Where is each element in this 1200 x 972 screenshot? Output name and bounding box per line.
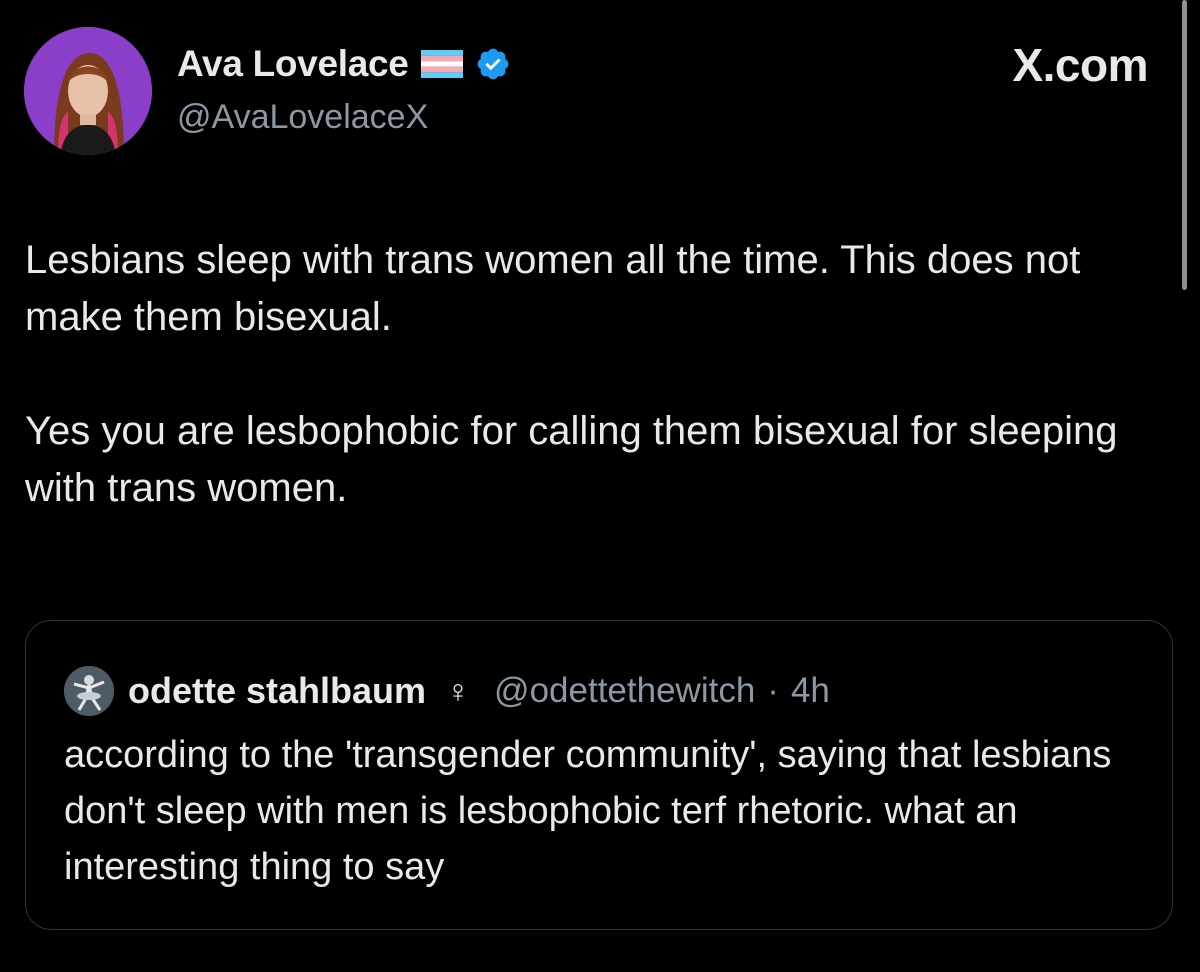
quoted-tweet-card[interactable]: odette stahlbaum ♀ @odettethewitch · 4h …: [25, 620, 1173, 930]
quoted-author-avatar[interactable]: [64, 666, 114, 716]
trans-pride-flag-icon: [420, 50, 463, 78]
quoted-tweet-text: according to the 'transgender community'…: [64, 734, 1112, 888]
tweet-paragraph: Lesbians sleep with trans women all the …: [25, 238, 1081, 339]
quoted-author-name-symbol: ♀: [446, 672, 471, 709]
author-display-name[interactable]: Ava Lovelace: [177, 43, 409, 85]
author-avatar[interactable]: [24, 27, 152, 155]
quoted-separator-dot: ·: [767, 671, 779, 710]
brand-watermark: X.com: [1012, 39, 1148, 91]
verified-badge-icon: [475, 46, 511, 82]
author-handle[interactable]: @AvaLovelaceX: [177, 98, 428, 137]
tweet-paragraph: Yes you are lesbophobic for calling them…: [25, 409, 1118, 510]
quoted-author-avatar-image: [64, 666, 114, 716]
author-name-row: Ava Lovelace: [177, 40, 511, 88]
author-avatar-image: [24, 27, 152, 155]
quoted-author-handle[interactable]: @odettethewitch: [494, 671, 755, 711]
tweet-text: Lesbians sleep with trans women all the …: [25, 232, 1185, 517]
quoted-author-name[interactable]: odette stahlbaum: [128, 670, 426, 712]
quoted-timestamp[interactable]: 4h: [791, 671, 830, 711]
quoted-tweet-header: odette stahlbaum ♀ @odettethewitch · 4h: [64, 665, 830, 717]
